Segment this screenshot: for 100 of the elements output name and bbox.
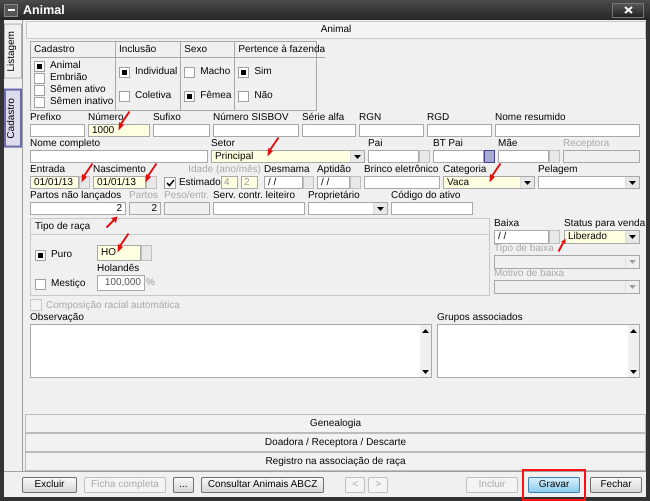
section-header[interactable]: Genealogia [25,414,646,433]
field-label: Proprietário [308,190,360,202]
field-label: Sufixo [153,112,181,124]
group-header: Cadastro [31,42,115,58]
field-label: Pelagem [538,164,578,176]
text-field[interactable]: / / [317,176,350,189]
group-header: Tipo de raça [31,219,489,235]
combo-box[interactable]: Liberado [564,230,640,244]
field-label: Desmama [264,164,310,176]
field-label: Código do ativo [391,190,460,202]
percent-unit: % [146,276,155,290]
action-button[interactable]: Excluir [22,476,77,492]
text-field[interactable] [153,124,210,137]
radio-option[interactable]: Coletiva [119,90,178,102]
dropdown-button[interactable] [350,151,364,162]
field-label: Partos [129,190,158,202]
text-field[interactable] [433,150,484,163]
section-header[interactable]: Registro na associação de raça [25,452,646,471]
combo-box[interactable]: Principal [211,150,365,163]
radio-option[interactable]: Embrião [34,72,112,84]
field-label: Baixa [494,218,520,230]
dropdown-button[interactable] [625,177,639,188]
combo-box[interactable]: Vaca [443,176,535,189]
text-field[interactable]: 01/01/13 [93,176,146,189]
radio-option[interactable]: Sim [238,66,322,78]
field-label: Entrada [30,164,66,176]
action-button[interactable]: Consultar Animais ABCZ [200,476,324,492]
radio-option[interactable]: Sêmen ativo [34,84,112,96]
checkbox[interactable]: Estimado [164,176,221,189]
radio-option[interactable]: Mestiço [35,278,97,290]
field-label: Número [88,112,124,124]
radio-option[interactable]: Sêmen inativo [34,96,112,108]
caret-icon [354,154,361,158]
side-tab[interactable]: Listagem [4,24,22,79]
text-field[interactable] [498,150,549,163]
radio-option[interactable]: Individual [119,66,178,78]
group-header: Pertence à fazenda [235,42,326,58]
field-label: Peso/entr. [164,190,210,202]
side-tab[interactable]: Cadastro [4,88,22,148]
radio-option[interactable]: Fêmea [184,90,232,102]
text-field[interactable]: / / [264,176,303,189]
field-label: Motivo de baixa [494,268,564,280]
caret-icon [629,180,636,184]
field-label: Mãe [498,138,518,150]
close-button[interactable] [612,2,644,18]
field-label: Série alfa [302,112,344,124]
field-label: Categoria [443,164,486,176]
text-field[interactable] [368,150,419,163]
field-label: Número SISBOV [213,112,289,124]
field-label: Partos não lançados [30,190,122,202]
text-field[interactable] [495,124,640,137]
memo-field[interactable] [30,324,432,378]
breed-label: Holandês [97,263,140,275]
radio-option[interactable]: Macho [184,66,232,78]
text-field[interactable] [213,124,299,137]
caret-icon [629,285,636,289]
field-label: Pai [368,138,382,150]
action-button[interactable]: Gravar [528,476,580,492]
percent-field[interactable]: 100,000 [97,275,145,291]
dropdown-button[interactable] [520,177,534,188]
action-button[interactable]: Fechar [590,476,642,492]
text-field[interactable] [391,202,473,215]
field-label: Nome completo [30,138,100,150]
field-label: Observação [30,312,85,324]
text-field[interactable]: 1000 [88,124,150,137]
caret-icon [629,260,636,264]
text-field[interactable]: HO [97,245,141,261]
group-header: Sexo [181,42,234,58]
down-arrow-icon [422,370,429,374]
field-label: Setor [211,138,235,150]
radio-option[interactable]: Animal [34,60,112,72]
text-field[interactable]: / / [494,230,549,244]
text-field[interactable]: 01/01/13 [30,176,79,189]
text-field[interactable] [427,124,492,137]
caret-icon [377,206,384,210]
field-label: Serv. contr. leiteiro [213,190,296,202]
field-label: Status para venda [564,218,646,230]
text-field[interactable] [30,124,85,137]
field-label: Prefixo [30,112,62,124]
field-label: Aptidão [317,164,351,176]
radio-option[interactable]: Não [238,90,322,102]
dropdown-button[interactable] [625,231,639,243]
field-label: BT Pai [433,138,463,150]
close-icon [624,6,632,14]
text-field[interactable] [364,176,440,189]
memo-field[interactable] [437,324,640,378]
section-header[interactable]: Doadora / Receptora / Descarte [25,433,646,452]
radio-option[interactable]: Puro [35,249,97,261]
field-label: RGN [359,112,382,124]
text-field[interactable]: 2 [30,202,126,215]
text-field[interactable] [213,202,305,215]
field-label: Receptora [563,138,610,150]
action-button[interactable]: ... [172,476,194,492]
text-field[interactable] [30,150,208,163]
text-field[interactable] [359,124,424,137]
text-field[interactable] [302,124,356,137]
lookup-button[interactable] [484,150,495,163]
dropdown-button[interactable] [373,203,387,214]
window-menu-button[interactable] [4,4,18,16]
field-label: RGD [427,112,450,124]
